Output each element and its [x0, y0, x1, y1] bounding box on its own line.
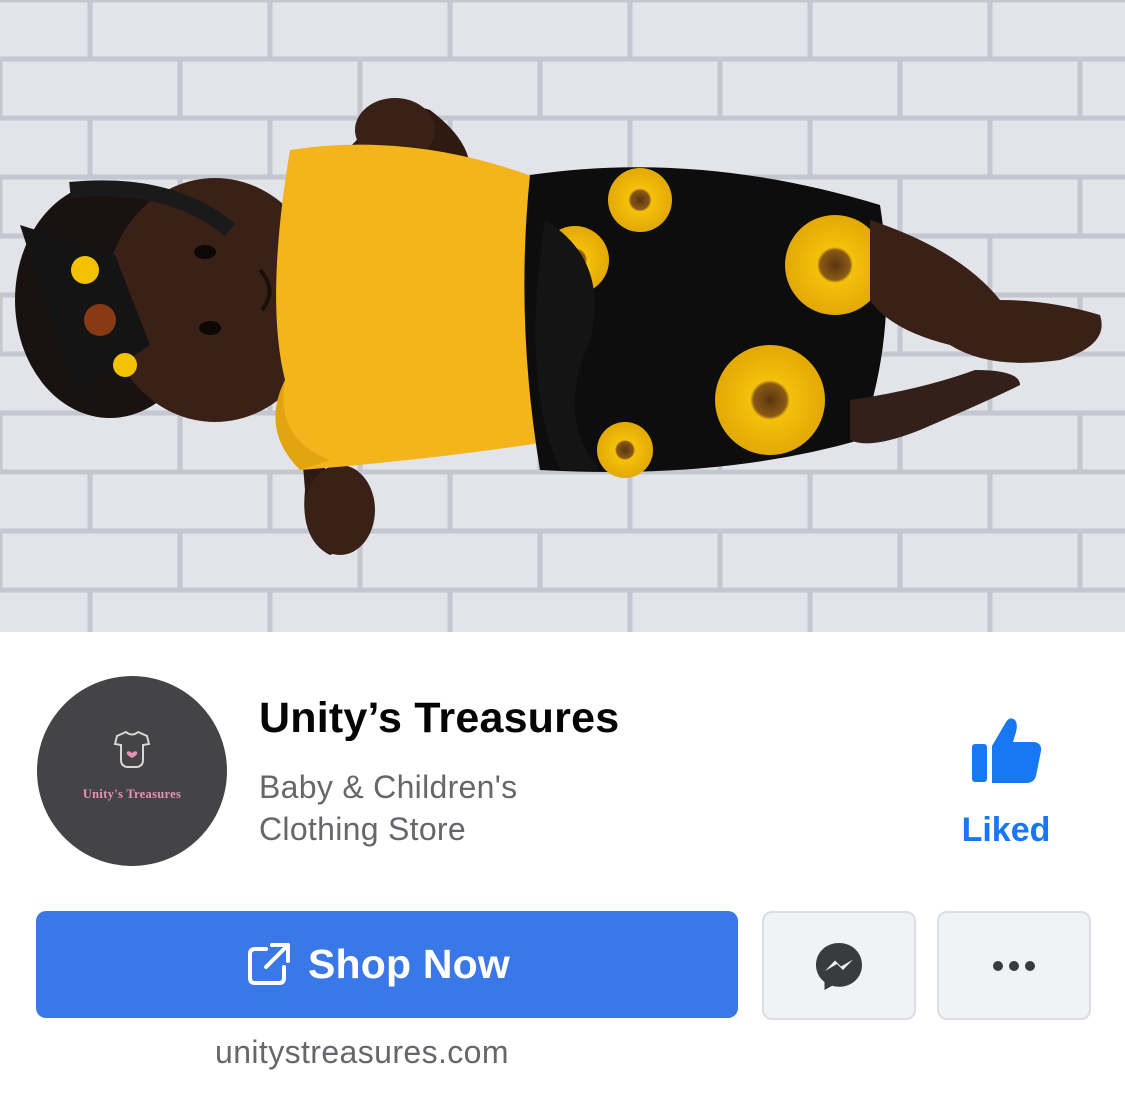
external-link-icon — [248, 943, 290, 985]
page-category: Baby & Children's Clothing Store — [259, 769, 518, 847]
page-name[interactable]: Unity’s Treasures — [259, 692, 619, 744]
liked-label: Liked — [961, 811, 1051, 849]
avatar-logo-text: Unity's Treasures — [82, 787, 182, 801]
messenger-icon — [816, 942, 862, 990]
cover-photo-illustration — [0, 0, 1125, 632]
page-avatar[interactable]: Unity's Treasures — [37, 676, 227, 866]
more-options-button[interactable] — [937, 911, 1091, 1020]
shop-now-label: Shop Now — [308, 941, 511, 987]
thumbs-up-icon — [972, 718, 1042, 783]
shop-now-button[interactable]: Shop Now — [36, 911, 738, 1018]
website-link[interactable]: unitystreasures.com — [215, 1030, 509, 1074]
onesie-logo-icon — [113, 730, 151, 768]
liked-button[interactable]: Liked — [952, 714, 1060, 854]
cover-photo[interactable] — [0, 0, 1125, 632]
message-button[interactable] — [762, 911, 916, 1020]
more-dots-icon — [993, 960, 1035, 971]
